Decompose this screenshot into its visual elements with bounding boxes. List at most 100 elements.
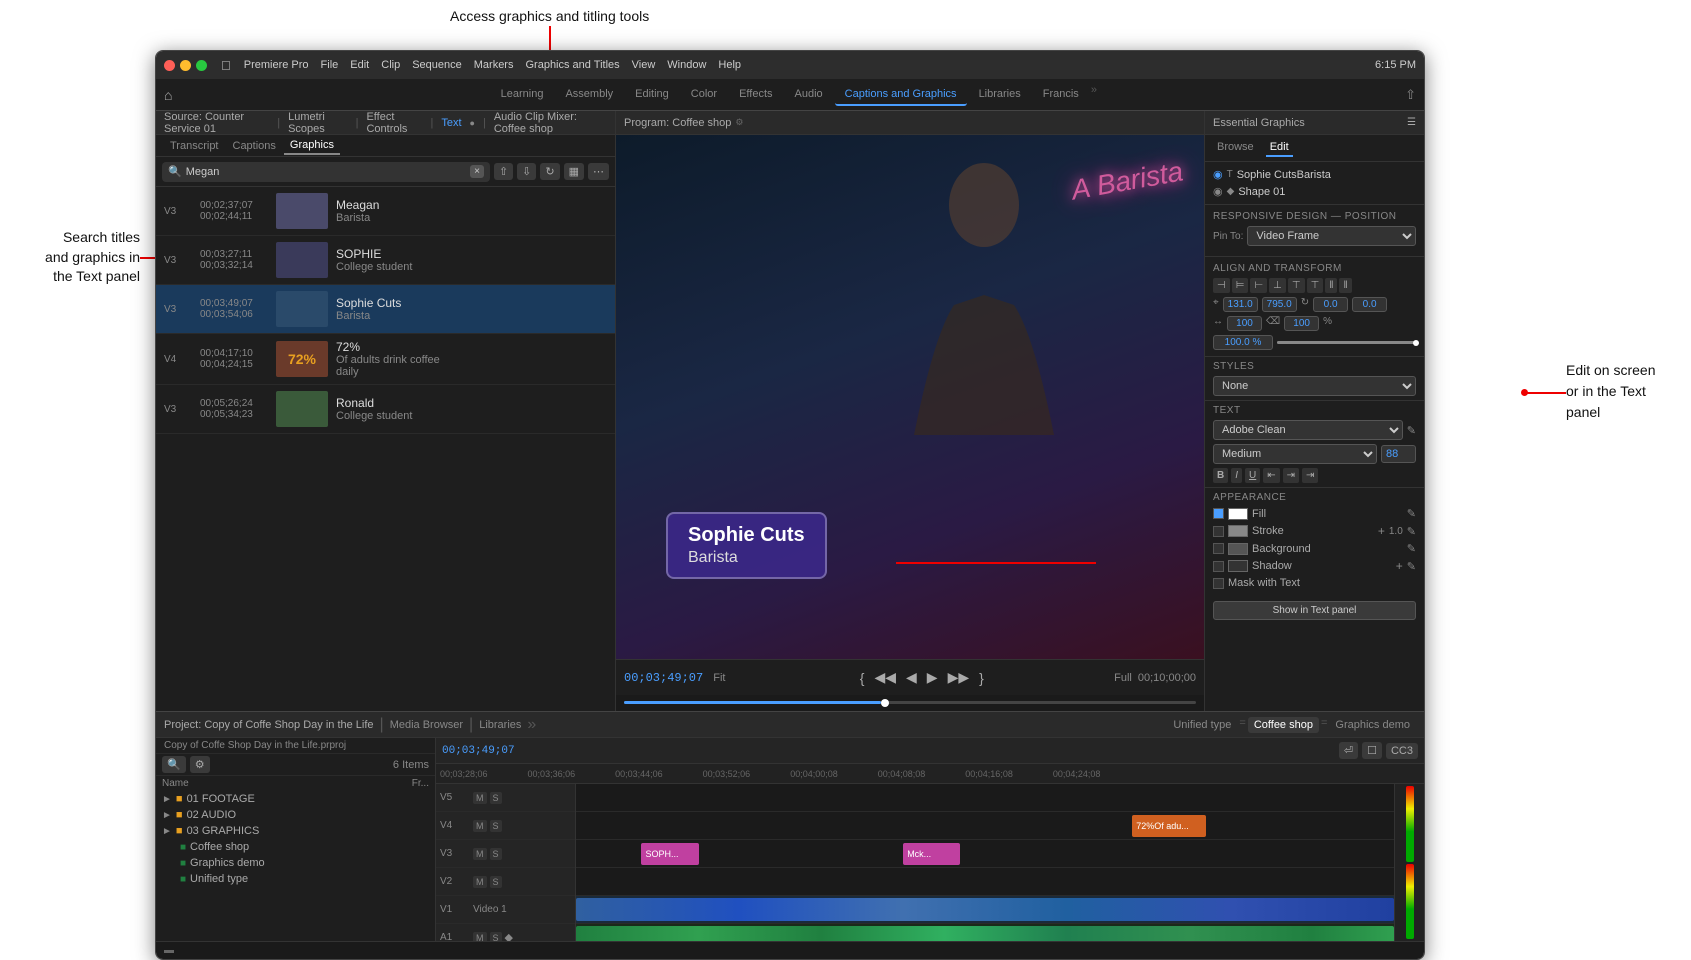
step-forward-button[interactable]: ▶▶ (946, 667, 972, 688)
eg-tab-edit[interactable]: Edit (1266, 139, 1293, 157)
clip-mck[interactable]: Mck... (903, 843, 960, 865)
opacity-handle[interactable] (1413, 340, 1419, 346)
search-clear[interactable]: × (470, 165, 484, 178)
tab-editing[interactable]: Editing (625, 84, 679, 106)
track-v4-m-btn[interactable]: M (473, 820, 487, 832)
font-size-input[interactable] (1381, 445, 1416, 463)
timeline-tab-coffee[interactable]: Coffee shop (1248, 717, 1319, 733)
home-icon[interactable]: ⌂ (164, 87, 172, 103)
track-v5-s-btn[interactable]: S (490, 792, 502, 804)
next-result-button[interactable]: ⇩ (517, 163, 536, 180)
project-item-footage[interactable]: ► ■ 01 FOOTAGE (156, 791, 435, 807)
text-tool-icon[interactable]: ✎ (1407, 424, 1416, 437)
track-v4-s-btn[interactable]: S (490, 820, 502, 832)
bg-edit-icon[interactable]: ✎ (1407, 542, 1416, 555)
bg-checkbox[interactable] (1213, 543, 1224, 554)
project-new-button[interactable]: ⚙ (190, 756, 210, 773)
visibility-icon[interactable]: ◉ (1213, 168, 1223, 181)
search-input[interactable] (186, 166, 466, 178)
shadow-edit-icon[interactable]: ✎ (1407, 560, 1416, 573)
eg-layer-text[interactable]: ◉ T Sophie CutsBarista (1205, 166, 1424, 183)
align-right-button[interactable]: ⊢ (1250, 278, 1267, 293)
menu-item-graphics[interactable]: Graphics and Titles (520, 57, 624, 73)
text-tab[interactable]: Text (441, 117, 461, 129)
graphics-tab[interactable]: Graphics (284, 137, 340, 155)
mark-out-button[interactable]: } (977, 668, 986, 688)
export-icon[interactable]: ⇧ (1405, 87, 1416, 103)
styles-select[interactable]: None (1213, 376, 1416, 396)
rotation-val[interactable]: 0.0 (1313, 297, 1348, 312)
project-item-audio[interactable]: ► ■ 02 AUDIO (156, 807, 435, 823)
font-select[interactable]: Adobe Clean (1213, 420, 1403, 440)
align-text-right[interactable]: ⇥ (1302, 468, 1318, 483)
play-button[interactable]: ▶ (925, 667, 940, 688)
stroke-checkbox[interactable] (1213, 526, 1224, 537)
track-v5-m-btn[interactable]: M (473, 792, 487, 804)
track-v2-s-btn[interactable]: S (490, 876, 502, 888)
scrubber-head[interactable] (881, 699, 889, 707)
captions-tab[interactable]: Captions (227, 138, 282, 154)
fill-edit-icon[interactable]: ✎ (1407, 507, 1416, 520)
timeline-btn-1[interactable]: ⏎ (1339, 742, 1358, 759)
fill-checkbox[interactable] (1213, 508, 1224, 519)
menu-item-help[interactable]: Help (713, 57, 746, 73)
more-tabs-icon[interactable]: » (1091, 84, 1097, 106)
graphic-item-sophie-cuts[interactable]: V3 00;03;49;07 00;03;54;06 Sophie Cuts B… (156, 285, 615, 334)
scale-y[interactable]: 100 (1284, 316, 1319, 331)
tab-francis[interactable]: Francis (1033, 84, 1089, 106)
distribute-h-button[interactable]: ‖ (1325, 278, 1337, 293)
project-item-graphics[interactable]: ► ■ 03 GRAPHICS (156, 823, 435, 839)
more-options-button[interactable]: ⋯ (588, 163, 609, 180)
timeline-scrubber[interactable] (616, 695, 1204, 711)
menu-item-view[interactable]: View (627, 57, 661, 73)
visibility-icon-2[interactable]: ◉ (1213, 185, 1223, 198)
underline-button[interactable]: U (1245, 468, 1260, 483)
mark-in-button[interactable]: { (858, 668, 867, 688)
menu-item-markers[interactable]: Markers (469, 57, 519, 73)
stroke-edit-icon[interactable]: ✎ (1407, 525, 1416, 538)
align-bottom-button[interactable]: ⊤ (1307, 278, 1324, 293)
menu-item-clip[interactable]: Clip (376, 57, 405, 73)
opacity-slider[interactable] (1277, 341, 1416, 344)
maximize-button[interactable] (196, 60, 207, 71)
project-item-coffee[interactable]: ■ Coffee shop (156, 839, 435, 855)
distribute-v-button[interactable]: ‖ (1339, 278, 1351, 293)
tab-assembly[interactable]: Assembly (555, 84, 623, 106)
clip-72pct[interactable]: 72%Of adu... (1132, 815, 1206, 837)
menu-item-window[interactable]: Window (662, 57, 711, 73)
bg-color[interactable] (1228, 543, 1248, 555)
timeline-tab-graphics[interactable]: Graphics demo (1329, 717, 1416, 733)
track-a1-s-btn[interactable]: S (490, 932, 502, 942)
menu-item-edit[interactable]: Edit (345, 57, 374, 73)
extra-val[interactable]: 0.0 (1352, 297, 1387, 312)
track-a1-m-btn[interactable]: M (473, 932, 487, 942)
tab-captions-graphics[interactable]: Captions and Graphics (835, 84, 967, 106)
tab-effects[interactable]: Effects (729, 84, 782, 106)
track-v2-m-btn[interactable]: M (473, 876, 487, 888)
graphic-item-meagan[interactable]: V3 00;02;37;07 00;02;44;11 Meagan Barist… (156, 187, 615, 236)
clip-soph[interactable]: SOPH... (641, 843, 698, 865)
expand-icon-2[interactable]: ► (162, 810, 172, 821)
track-v3-m-btn[interactable]: M (473, 848, 487, 860)
bold-button[interactable]: B (1213, 468, 1228, 483)
program-settings-icon[interactable]: ⚙ (735, 117, 743, 128)
filter-button[interactable]: ▦ (564, 163, 584, 180)
shadow-add-icon[interactable]: + (1396, 559, 1403, 573)
show-in-text-panel-button[interactable]: Show in Text panel (1213, 601, 1416, 620)
close-button[interactable] (164, 60, 175, 71)
eg-menu-icon[interactable]: ☰ (1407, 117, 1416, 128)
pin-to-select[interactable]: Video Frame (1247, 226, 1416, 246)
prev-result-button[interactable]: ⇧ (494, 163, 513, 180)
menu-item-sequence[interactable]: Sequence (407, 57, 467, 73)
graphic-item-ronald[interactable]: V3 00;05;26;24 00;05;34;23 Ronald Colleg… (156, 385, 615, 434)
align-text-left[interactable]: ⇤ (1263, 468, 1279, 483)
media-browser-tab[interactable]: Media Browser (390, 719, 463, 731)
graphic-item-sophie[interactable]: V3 00;03;27;11 00;03;32;14 SOPHIE Colleg… (156, 236, 615, 285)
eg-tab-browse[interactable]: Browse (1213, 139, 1258, 157)
pos-x[interactable]: 131.0 (1223, 297, 1258, 312)
mask-checkbox[interactable] (1213, 578, 1224, 589)
eg-layer-shape[interactable]: ◉ ◆ Shape 01 (1205, 183, 1424, 200)
shadow-checkbox[interactable] (1213, 561, 1224, 572)
project-item-graphics-demo[interactable]: ■ Graphics demo (156, 855, 435, 871)
scrubber-track[interactable] (624, 701, 1196, 704)
